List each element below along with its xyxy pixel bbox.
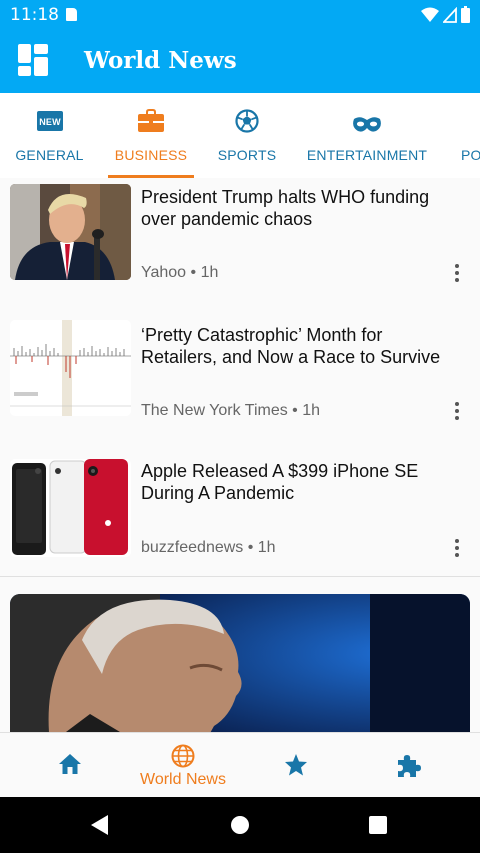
more-options-icon[interactable] xyxy=(454,402,460,420)
mask-icon xyxy=(353,117,381,132)
new-badge-icon: NEW xyxy=(36,111,63,131)
tab-sports[interactable]: SPORTS xyxy=(208,93,286,178)
article-source-time: buzzfeednews • 1h xyxy=(141,539,276,556)
star-icon xyxy=(285,754,307,776)
svg-text:NEW: NEW xyxy=(39,117,61,127)
recents-icon[interactable] xyxy=(369,816,387,834)
tab-label: SPORTS xyxy=(217,147,277,163)
tab-label: GENERAL xyxy=(15,147,84,163)
globe-icon xyxy=(171,744,195,768)
tab-label: PO xyxy=(461,147,480,163)
bottom-nav-favorites[interactable] xyxy=(236,733,356,798)
wifi-icon xyxy=(421,7,439,22)
featured-article-image[interactable] xyxy=(10,594,470,732)
tab-general[interactable]: NEW GENERAL xyxy=(0,93,99,178)
puzzle-icon xyxy=(398,755,421,777)
battery-icon xyxy=(461,6,470,23)
bottom-navigation: World News xyxy=(0,732,480,798)
bottom-nav-world-news[interactable]: World News xyxy=(123,733,243,798)
sd-card-icon xyxy=(66,8,77,21)
briefcase-icon xyxy=(138,109,164,132)
more-options-icon[interactable] xyxy=(454,264,460,282)
home-button-icon[interactable] xyxy=(230,815,250,835)
dashboard-icon[interactable] xyxy=(18,44,48,76)
news-feed[interactable]: President Trump halts WHO funding over p… xyxy=(0,178,480,732)
bottom-nav-extensions[interactable] xyxy=(349,733,469,798)
tab-label: BUSINESS xyxy=(114,147,188,163)
article-source-time: The New York Times • 1h xyxy=(141,402,321,419)
app-title: World News xyxy=(84,47,237,74)
article-thumbnail xyxy=(10,184,131,280)
category-tabs: NEW GENERAL BUSINESS SPORTS ENTERTAINMEN… xyxy=(0,93,480,179)
article-card[interactable]: Apple Released A $399 iPhone SE During A… xyxy=(0,439,480,577)
bottom-nav-label: World News xyxy=(140,771,226,788)
article-card[interactable]: ‘Pretty Catastrophic’ Month for Retailer… xyxy=(0,302,480,440)
system-navigation-bar xyxy=(0,797,480,853)
back-icon[interactable] xyxy=(90,814,110,836)
tab-label: ENTERTAINMENT xyxy=(306,147,428,163)
article-thumbnail xyxy=(10,320,131,416)
status-time: 11:18 xyxy=(10,5,59,25)
article-card[interactable]: President Trump halts WHO funding over p… xyxy=(0,178,480,316)
tab-business[interactable]: BUSINESS xyxy=(108,93,194,178)
article-headline: ‘Pretty Catastrophic’ Month for Retailer… xyxy=(141,325,441,367)
app-bar: World News xyxy=(0,30,480,93)
home-icon xyxy=(59,754,81,774)
tab-politics-partial[interactable]: PO xyxy=(454,93,480,178)
article-headline: President Trump halts WHO funding over p… xyxy=(141,187,430,229)
article-thumbnail xyxy=(10,459,131,557)
tab-entertainment[interactable]: ENTERTAINMENT xyxy=(300,93,434,178)
signal-icon xyxy=(443,6,457,23)
article-headline: Apple Released A $399 iPhone SE During A… xyxy=(141,461,419,503)
status-icons xyxy=(421,6,470,23)
status-bar: 11:18 xyxy=(0,0,480,30)
bottom-nav-home[interactable] xyxy=(10,733,130,798)
article-source-time: Yahoo • 1h xyxy=(141,264,219,281)
soccer-ball-icon xyxy=(235,109,259,133)
more-options-icon[interactable] xyxy=(454,539,460,557)
